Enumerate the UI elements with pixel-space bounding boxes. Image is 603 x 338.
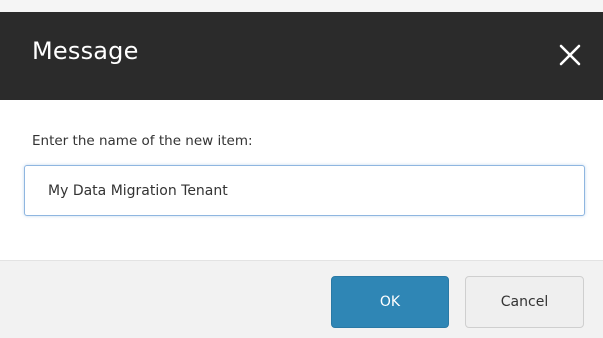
close-button[interactable] <box>550 35 590 75</box>
close-icon <box>559 44 581 66</box>
cancel-button[interactable]: Cancel <box>465 276 584 328</box>
top-strip <box>0 0 603 12</box>
item-name-input[interactable] <box>24 165 585 216</box>
prompt-label: Enter the name of the new item: <box>32 133 253 149</box>
message-dialog: Message Enter the name of the new item: … <box>0 0 603 338</box>
dialog-title: Message <box>32 37 139 65</box>
ok-button[interactable]: OK <box>331 276 449 328</box>
